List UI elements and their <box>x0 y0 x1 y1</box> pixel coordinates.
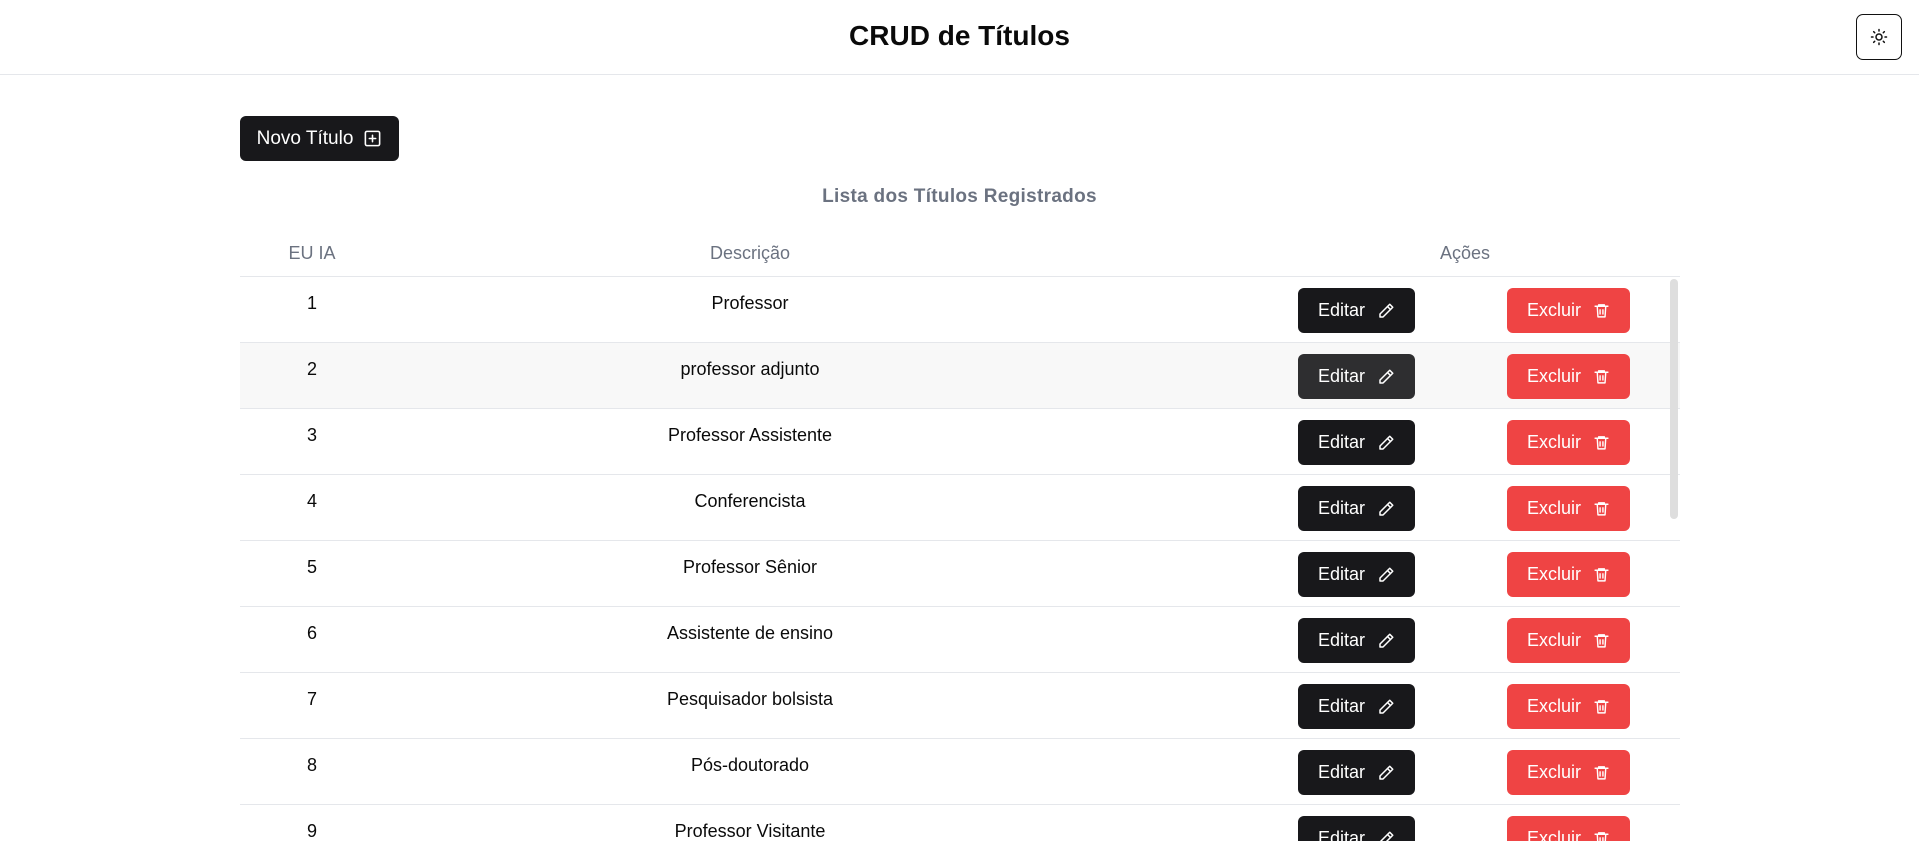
edit-button[interactable]: Editar <box>1298 420 1415 465</box>
row-description: Professor <box>711 293 789 313</box>
row-description: Professor Visitante <box>674 821 826 841</box>
row-description: professor adjunto <box>680 359 820 379</box>
trash-icon <box>1593 566 1610 583</box>
new-title-button[interactable]: Novo Título <box>240 116 399 161</box>
edit-button[interactable]: Editar <box>1298 354 1415 399</box>
edit-button[interactable]: Editar <box>1298 288 1415 333</box>
trash-icon <box>1593 368 1610 385</box>
pencil-icon <box>1377 764 1395 782</box>
plus-square-icon <box>363 129 382 148</box>
table-row: 5 Professor Sênior Editar Excluir <box>240 540 1680 606</box>
table-scrollbar[interactable] <box>1670 279 1678 519</box>
row-id: 3 <box>306 425 317 445</box>
row-id: 6 <box>306 623 317 643</box>
row-id: 5 <box>306 557 317 577</box>
row-description: Professor Sênior <box>682 557 818 577</box>
new-title-label: Novo Título <box>256 127 354 149</box>
row-id: 8 <box>306 755 317 775</box>
delete-label: Excluir <box>1526 498 1581 518</box>
edit-label: Editar <box>1317 366 1366 386</box>
row-description: Assistente de ensino <box>666 623 834 643</box>
edit-label: Editar <box>1317 630 1366 650</box>
row-description: Pesquisador bolsista <box>666 689 834 709</box>
trash-icon <box>1593 764 1610 781</box>
table-row: 3 Professor Assistente Editar Excluir <box>240 408 1680 474</box>
delete-label: Excluir <box>1526 564 1581 584</box>
trash-icon <box>1593 302 1610 319</box>
edit-label: Editar <box>1317 696 1366 716</box>
delete-button[interactable]: Excluir <box>1507 420 1630 465</box>
trash-icon <box>1593 434 1610 451</box>
edit-label: Editar <box>1317 762 1366 782</box>
delete-label: Excluir <box>1526 762 1581 782</box>
pencil-icon <box>1377 632 1395 650</box>
edit-button[interactable]: Editar <box>1298 486 1415 531</box>
pencil-icon <box>1377 698 1395 716</box>
edit-label: Editar <box>1317 564 1366 584</box>
column-header-actions: Ações <box>1439 243 1491 263</box>
edit-button[interactable]: Editar <box>1298 750 1415 795</box>
trash-icon <box>1593 830 1610 841</box>
column-header-id: EU IA <box>288 243 336 263</box>
trash-icon <box>1593 698 1610 715</box>
edit-button[interactable]: Editar <box>1298 552 1415 597</box>
delete-button[interactable]: Excluir <box>1507 552 1630 597</box>
row-description: Pós-doutorado <box>690 755 810 775</box>
edit-label: Editar <box>1317 828 1366 841</box>
trash-icon <box>1593 632 1610 649</box>
delete-label: Excluir <box>1526 696 1581 716</box>
delete-label: Excluir <box>1526 630 1581 650</box>
row-description: Professor Assistente <box>667 425 833 445</box>
theme-toggle-button[interactable] <box>1856 14 1902 60</box>
delete-button[interactable]: Excluir <box>1507 750 1630 795</box>
edit-button[interactable]: Editar <box>1298 684 1415 729</box>
table-row: 4 Conferencista Editar Excluir <box>240 474 1680 540</box>
delete-button[interactable]: Excluir <box>1507 354 1630 399</box>
delete-button[interactable]: Excluir <box>1507 618 1630 663</box>
delete-label: Excluir <box>1526 828 1581 841</box>
pencil-icon <box>1377 368 1395 386</box>
page-title: CRUD de Títulos <box>849 20 1070 51</box>
delete-button[interactable]: Excluir <box>1507 684 1630 729</box>
row-id: 2 <box>306 359 317 379</box>
row-id: 7 <box>306 689 317 709</box>
pencil-icon <box>1377 566 1395 584</box>
table-row: 9 Professor Visitante Editar Excluir <box>240 804 1680 841</box>
pencil-icon <box>1377 830 1395 841</box>
app-header: CRUD de Títulos <box>0 0 1919 75</box>
edit-button[interactable]: Editar <box>1298 618 1415 663</box>
delete-button[interactable]: Excluir <box>1507 816 1630 841</box>
table-row: 1 Professor Editar Excluir <box>240 276 1680 342</box>
table-row: 2 professor adjunto Editar Excluir <box>240 342 1680 408</box>
table-row: 6 Assistente de ensino Editar Excluir <box>240 606 1680 672</box>
row-id: 1 <box>306 293 317 313</box>
edit-label: Editar <box>1317 498 1366 518</box>
trash-icon <box>1593 500 1610 517</box>
edit-button[interactable]: Editar <box>1298 816 1415 841</box>
delete-label: Excluir <box>1526 366 1581 386</box>
column-header-description: Descrição <box>709 243 791 263</box>
sun-icon <box>1870 28 1888 46</box>
row-id: 4 <box>306 491 317 511</box>
row-id: 9 <box>306 821 317 841</box>
pencil-icon <box>1377 500 1395 518</box>
edit-label: Editar <box>1317 300 1366 320</box>
table-row: 8 Pós-doutorado Editar Excluir <box>240 738 1680 804</box>
titles-table-body: 1 Professor Editar Excluir 2 professor adjunt… <box>240 276 1680 841</box>
row-description: Conferencista <box>694 491 806 511</box>
pencil-icon <box>1377 302 1395 320</box>
delete-button[interactable]: Excluir <box>1507 288 1630 333</box>
delete-button[interactable]: Excluir <box>1507 486 1630 531</box>
delete-label: Excluir <box>1526 432 1581 452</box>
table-row: 7 Pesquisador bolsista Editar Excluir <box>240 672 1680 738</box>
edit-label: Editar <box>1317 432 1366 452</box>
list-title: Lista dos Títulos Registrados <box>822 186 1097 207</box>
delete-label: Excluir <box>1526 300 1581 320</box>
pencil-icon <box>1377 434 1395 452</box>
